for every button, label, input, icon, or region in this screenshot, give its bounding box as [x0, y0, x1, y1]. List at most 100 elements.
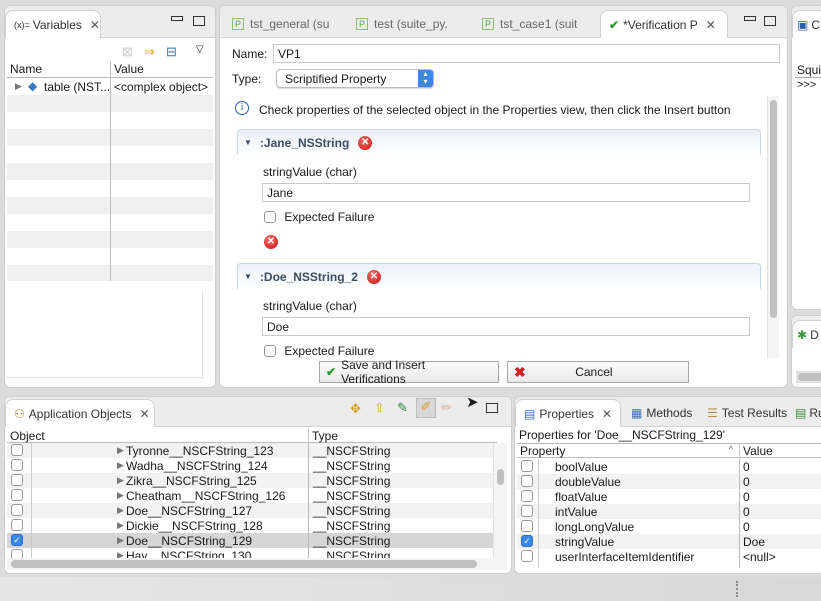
collapse-all-icon[interactable]: ⊟ — [166, 44, 177, 60]
object-name: Dickie__NSCFString_128 — [126, 519, 263, 533]
row-checkbox[interactable] — [11, 504, 23, 516]
row-checkbox[interactable] — [521, 520, 533, 532]
editor-tab[interactable]: P test (suite_py. — [348, 10, 470, 38]
up-arrow-icon[interactable]: ⇧ — [374, 400, 385, 416]
view-menu-icon[interactable]: ▽ — [196, 44, 204, 55]
type-label: Type: — [232, 72, 262, 86]
expand-icon[interactable]: ▶ — [117, 490, 124, 501]
tab-console[interactable]: ▣ C — [792, 10, 821, 38]
checkbox[interactable] — [264, 210, 276, 223]
row-checkbox[interactable] — [11, 519, 23, 531]
maximize-button[interactable] — [764, 16, 776, 26]
editor-tab[interactable]: P tst_general (su — [224, 10, 346, 38]
tab-variables[interactable]: (x)= Variables ✕ — [5, 10, 101, 38]
column-header-name[interactable]: Name — [7, 62, 110, 78]
string-value-input[interactable]: Jane — [262, 183, 750, 202]
status-bar-grip[interactable] — [736, 581, 738, 597]
step-icon[interactable]: ⇒ — [144, 44, 155, 60]
table-row[interactable]: ✓ stringValue Doe — [517, 534, 821, 549]
app-objects-hscrollbar[interactable] — [7, 558, 507, 570]
table-row[interactable]: ✓ ▶ Doe__NSCFString_129 __NSCFString — [7, 533, 497, 548]
editor-tab-active[interactable]: ✔ *Verification P ✕ — [600, 10, 728, 38]
pick-object-icon[interactable]: ✥ — [350, 401, 361, 417]
expand-icon[interactable]: ▶ — [117, 460, 124, 471]
close-icon[interactable]: ✕ — [90, 18, 100, 32]
expand-icon[interactable]: ▶ — [15, 81, 22, 92]
table-row[interactable]: ▶ Zikra__NSCFString_125 __NSCFString — [7, 473, 497, 488]
table-row[interactable]: ▶ Tyronne__NSCFString_123 __NSCFString — [7, 443, 497, 458]
string-value-input[interactable]: Doe — [262, 317, 750, 336]
maximize-button[interactable] — [193, 16, 205, 26]
minimize-button[interactable] — [171, 16, 183, 21]
table-row[interactable]: ▶ Dickie__NSCFString_128 __NSCFString — [7, 518, 497, 533]
table-row[interactable]: intValue 0 — [517, 504, 821, 519]
column-header-value[interactable]: Value — [739, 443, 821, 458]
row-checkbox[interactable] — [11, 444, 23, 456]
tab-label: Methods — [646, 406, 693, 420]
editor-tab[interactable]: P tst_case1 (suit — [474, 10, 596, 38]
field-label: stringValue (char) — [263, 165, 357, 179]
row-checkbox[interactable] — [521, 475, 533, 487]
tab-application-objects[interactable]: ⚇ Application Objects ✕ — [5, 399, 155, 427]
expected-failure-checkbox[interactable]: Expected Failure — [264, 343, 374, 358]
table-row[interactable]: userInterfaceItemIdentifier <null> — [517, 549, 821, 564]
info-icon: i — [235, 101, 249, 115]
row-checkbox[interactable] — [521, 505, 533, 517]
table-row[interactable]: boolValue 0 — [517, 459, 821, 474]
tab-runner[interactable]: ▤ Ru — [787, 399, 821, 427]
section-header-doe[interactable]: ▼ :Doe_NSString_2 ✕ — [237, 263, 761, 289]
scroll-thumb[interactable] — [798, 373, 821, 381]
row-checkbox[interactable] — [521, 550, 533, 562]
table-row[interactable]: ▶ Wadha__NSCFString_124 __NSCFString — [7, 458, 497, 473]
object-type: __NSCFString — [313, 459, 391, 473]
expand-icon[interactable]: ▶ — [117, 475, 124, 486]
expand-icon[interactable]: ▶ — [117, 535, 124, 546]
table-row[interactable]: ▶ Cheatham__NSCFString_126 __NSCFString — [7, 488, 497, 503]
debug-scrollbar[interactable] — [796, 371, 821, 383]
editor-scrollbar[interactable] — [767, 96, 779, 358]
column-header-value[interactable]: Value — [110, 62, 213, 78]
tab-debug[interactable]: ✱ D — [792, 320, 821, 348]
tab-test-results[interactable]: ☰ Test Results — [699, 399, 795, 427]
tab-methods[interactable]: ▦ Methods — [623, 399, 701, 427]
minimize-button[interactable] — [744, 16, 756, 21]
column-header-property[interactable]: Property ^ — [517, 443, 739, 458]
expand-icon[interactable]: ▶ — [117, 520, 124, 531]
row-checkbox[interactable]: ✓ — [11, 534, 23, 546]
expected-failure-checkbox[interactable]: Expected Failure — [264, 209, 374, 224]
column-header-type[interactable]: Type — [308, 429, 497, 443]
save-insert-button[interactable]: ✔ Save and Insert Verifications — [319, 358, 499, 386]
name-input[interactable]: VP1 — [273, 44, 780, 63]
checkbox[interactable] — [264, 344, 276, 357]
inspect-icon[interactable]: ✐ — [416, 398, 436, 418]
section-header-jane[interactable]: ▼ :Jane_NSString ✕ — [237, 129, 761, 155]
type-select[interactable]: Scriptified Property ▴ ▾ — [276, 69, 434, 88]
tab-properties[interactable]: ▤ Properties ✕ — [515, 399, 621, 427]
row-checkbox[interactable] — [521, 460, 533, 472]
table-row[interactable]: ▶ Doe__NSCFString_127 __NSCFString — [7, 503, 497, 518]
scroll-thumb[interactable] — [770, 100, 777, 318]
scroll-thumb[interactable] — [497, 469, 504, 485]
expand-icon[interactable]: ▶ — [117, 505, 124, 516]
column-header-object[interactable]: Object — [7, 429, 308, 443]
close-icon[interactable]: ✕ — [706, 18, 716, 32]
pencil-icon[interactable]: ✏ — [441, 400, 452, 416]
table-row[interactable]: doubleValue 0 — [517, 474, 821, 489]
scroll-thumb[interactable] — [11, 560, 477, 568]
dropper-icon[interactable]: ✎ — [397, 400, 408, 416]
maximize-button[interactable] — [486, 403, 498, 413]
row-checkbox[interactable] — [11, 489, 23, 501]
close-icon[interactable]: ✕ — [602, 407, 612, 421]
table-row[interactable]: longLongValue 0 — [517, 519, 821, 534]
collapse-triangle-icon[interactable]: ▼ — [244, 272, 252, 281]
app-objects-vscrollbar[interactable] — [493, 443, 507, 561]
row-checkbox[interactable] — [521, 490, 533, 502]
row-checkbox[interactable]: ✓ — [521, 535, 533, 547]
row-checkbox[interactable] — [11, 474, 23, 486]
cancel-button[interactable]: ✖ Cancel — [507, 361, 689, 383]
row-checkbox[interactable] — [11, 459, 23, 471]
close-icon[interactable]: ✕ — [140, 407, 150, 421]
table-row[interactable]: floatValue 0 — [517, 489, 821, 504]
expand-icon[interactable]: ▶ — [117, 445, 124, 456]
collapse-triangle-icon[interactable]: ▼ — [244, 138, 252, 147]
